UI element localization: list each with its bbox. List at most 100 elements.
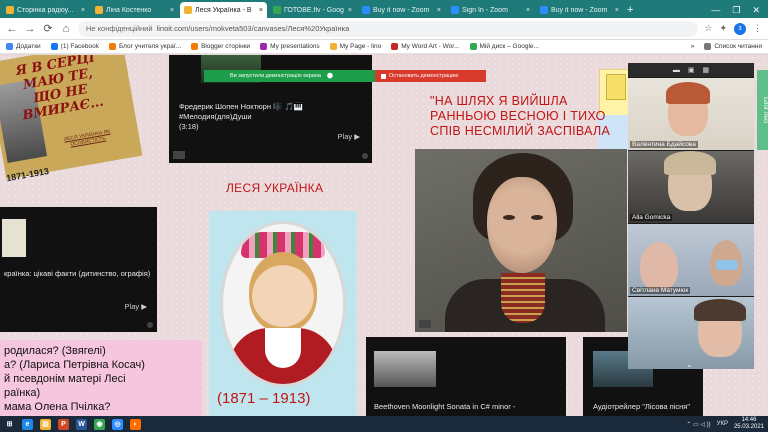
bookmark-item[interactable]: Блог учителя украї... bbox=[108, 43, 181, 50]
bookmark-item[interactable]: My presentations bbox=[260, 43, 320, 50]
reading-list-label: Список читання bbox=[714, 43, 762, 50]
gallery-view-icon[interactable]: ▦ bbox=[703, 66, 710, 74]
browser-tab[interactable]: Sign In - Zoom × bbox=[447, 2, 534, 18]
word-icon[interactable]: W bbox=[76, 418, 87, 430]
presentation-icon bbox=[260, 43, 268, 50]
close-tab-icon[interactable]: × bbox=[170, 7, 174, 14]
maximize-icon[interactable]: ❐ bbox=[732, 2, 740, 18]
bookmark-item[interactable]: Мій диск – Google... bbox=[469, 43, 539, 50]
participant-tile[interactable]: ⌄ bbox=[628, 297, 754, 369]
clock-time: 14:46 bbox=[741, 417, 757, 423]
lesya-portrait-card[interactable] bbox=[209, 211, 357, 416]
browser-tab[interactable]: Сторінка радіоу... × bbox=[2, 2, 89, 18]
reading-list[interactable]: Список читання bbox=[704, 43, 762, 50]
url-field[interactable]: Не конфіденційний linoit.com/users/mokve… bbox=[78, 20, 699, 37]
close-tab-icon[interactable]: × bbox=[348, 7, 352, 14]
browser-tab[interactable]: Buy it now - Zoom × bbox=[536, 2, 623, 18]
security-label[interactable]: Не конфіденційний bbox=[86, 24, 153, 33]
close-tab-icon[interactable]: × bbox=[526, 7, 530, 14]
card-menu-icon[interactable] bbox=[147, 322, 153, 328]
home-icon[interactable]: ⌂ bbox=[60, 23, 72, 35]
reload-icon[interactable]: ⟳ bbox=[42, 22, 54, 35]
tab-label: Леся Українка - В bbox=[195, 6, 252, 14]
beethoven-video-card[interactable]: Beethoven Moonlight Sonata in C# minor - bbox=[366, 337, 566, 416]
tray-icons[interactable]: ⌃ ▭ ◁ )) bbox=[686, 421, 710, 428]
extensions-icon[interactable]: ✦ bbox=[719, 23, 727, 34]
powerpoint-icon[interactable]: P bbox=[58, 418, 69, 430]
side-tab[interactable]: Блог Лесі bbox=[757, 70, 768, 150]
edge-icon[interactable]: e bbox=[22, 418, 33, 430]
speaker-view-icon[interactable]: ▣ bbox=[688, 66, 695, 74]
card-handle-icon[interactable] bbox=[173, 151, 185, 159]
bookmark-label: Blogger сторінки bbox=[201, 43, 251, 50]
stop-share-button[interactable]: Остановить демонстрацию bbox=[375, 70, 486, 82]
close-tab-icon[interactable]: × bbox=[259, 7, 263, 14]
menu-icon[interactable]: ⋮ bbox=[753, 23, 762, 34]
pink-question-note[interactable]: родилася? (Звягелі) а? (Лариса Петрівна … bbox=[0, 340, 202, 416]
browser-tab-active[interactable]: Леся Українка - В × bbox=[180, 2, 267, 18]
bookmark-label: (1) Facebook bbox=[60, 43, 99, 50]
card-menu-icon[interactable] bbox=[362, 153, 368, 159]
forward-icon[interactable]: → bbox=[24, 23, 36, 35]
new-tab-button[interactable]: + bbox=[627, 2, 633, 18]
browser-tab[interactable]: ГОТОВЕ.flv - Goog × bbox=[269, 2, 356, 18]
bookmark-item[interactable]: Blogger сторінки bbox=[191, 43, 250, 50]
tab-favicon-icon bbox=[540, 6, 548, 14]
back-icon[interactable]: ← bbox=[6, 23, 18, 35]
tab-favicon-icon bbox=[184, 6, 192, 14]
bookmark-item[interactable]: Додатки bbox=[6, 43, 41, 50]
tab-label: Buy it now - Zoom bbox=[373, 6, 430, 14]
start-icon[interactable]: ⊞ bbox=[4, 418, 15, 430]
chrome-icon[interactable]: ◉ bbox=[94, 418, 105, 430]
extensions-area: ☆ ✦ з ⋮ bbox=[704, 22, 762, 35]
firefox-icon[interactable]: ◐ bbox=[130, 418, 141, 430]
tab-label: Сторінка радіоу... bbox=[17, 6, 74, 14]
question-line: родилася? (Звягелі) bbox=[4, 345, 106, 357]
participant-tile[interactable]: Світлана Матумюк bbox=[628, 224, 754, 296]
quote-text: "НА ШЛЯХ Я ВИЙШЛА РАННЬОЮ ВЕСНОЮ І ТИХО … bbox=[430, 94, 611, 138]
star-icon[interactable]: ☆ bbox=[704, 23, 712, 34]
close-window-icon[interactable]: ✕ bbox=[752, 2, 760, 18]
blogger-icon bbox=[108, 43, 116, 50]
bookmark-item[interactable]: My Page - lino bbox=[329, 43, 381, 50]
close-tab-icon[interactable]: × bbox=[615, 7, 619, 14]
poster-sticker[interactable]: Я В СЕРЦІ МАЮ ТЕ, ЩО НЕ ВМИРАЄ... ЛЕСЯ У… bbox=[0, 55, 143, 183]
url-text[interactable]: linoit.com/users/mokveta503/canvases/Лес… bbox=[157, 24, 350, 33]
portrait-collar bbox=[265, 328, 301, 368]
video-title: Аудіотрейлер "Лісова пісня" bbox=[593, 402, 690, 411]
video-tag: #Мелодия(для)Души bbox=[179, 112, 252, 121]
file-explorer-icon[interactable]: ▤ bbox=[40, 418, 51, 430]
play-button[interactable]: Play ▶ bbox=[338, 132, 360, 141]
bookmark-more[interactable]: » bbox=[691, 43, 695, 50]
portrait-face bbox=[249, 252, 317, 332]
zoom-gallery: ▬ ▣ ▦ Валентина Бдайсова Alla Gomicka Св… bbox=[628, 63, 754, 369]
facts-video-card[interactable]: країнка: цікаві факти (дитинство, ографі… bbox=[0, 207, 157, 332]
participant-tile[interactable]: Валентина Бдайсова bbox=[628, 78, 754, 150]
zoom-header: ▬ ▣ ▦ bbox=[628, 63, 754, 77]
minimize-icon[interactable]: ▬ bbox=[673, 67, 680, 74]
minimize-icon[interactable]: — bbox=[711, 2, 720, 18]
language-indicator[interactable]: УКР bbox=[717, 421, 728, 427]
chevron-down-icon[interactable]: ⌄ bbox=[686, 360, 693, 369]
participant-hair bbox=[666, 82, 710, 104]
clock[interactable]: 14:46 25.03.2021 bbox=[734, 417, 764, 431]
bookmark-item[interactable]: My Word Art - Wor... bbox=[391, 43, 460, 50]
play-button[interactable]: Play ▶ bbox=[125, 302, 147, 311]
browser-tab[interactable]: Ліна Костенко × bbox=[91, 2, 178, 18]
lesya-photo[interactable] bbox=[415, 149, 627, 332]
participant-tile[interactable]: Alla Gomicka bbox=[628, 151, 754, 223]
card-handle-icon[interactable] bbox=[419, 320, 431, 328]
close-tab-icon[interactable]: × bbox=[437, 7, 441, 14]
system-tray: ⌃ ▭ ◁ )) УКР 14:46 25.03.2021 bbox=[686, 417, 764, 431]
photo-face bbox=[487, 177, 557, 273]
stop-icon bbox=[381, 73, 386, 79]
poster-title: Я В СЕРЦІ МАЮ ТЕ, ЩО НЕ ВМИРАЄ... bbox=[14, 55, 105, 124]
bookmark-item[interactable]: (1) Facebook bbox=[50, 43, 99, 50]
screen-share-text: Ви запустили демонстрацію екрана bbox=[230, 73, 321, 79]
photo-embroidery bbox=[501, 273, 545, 323]
close-tab-icon[interactable]: × bbox=[81, 7, 85, 14]
zoom-icon[interactable]: ◎ bbox=[112, 418, 123, 430]
participant-name: Світлана Матумюк bbox=[630, 287, 691, 294]
profile-avatar[interactable]: з bbox=[734, 22, 746, 35]
browser-tab[interactable]: Buy it now - Zoom × bbox=[358, 2, 445, 18]
